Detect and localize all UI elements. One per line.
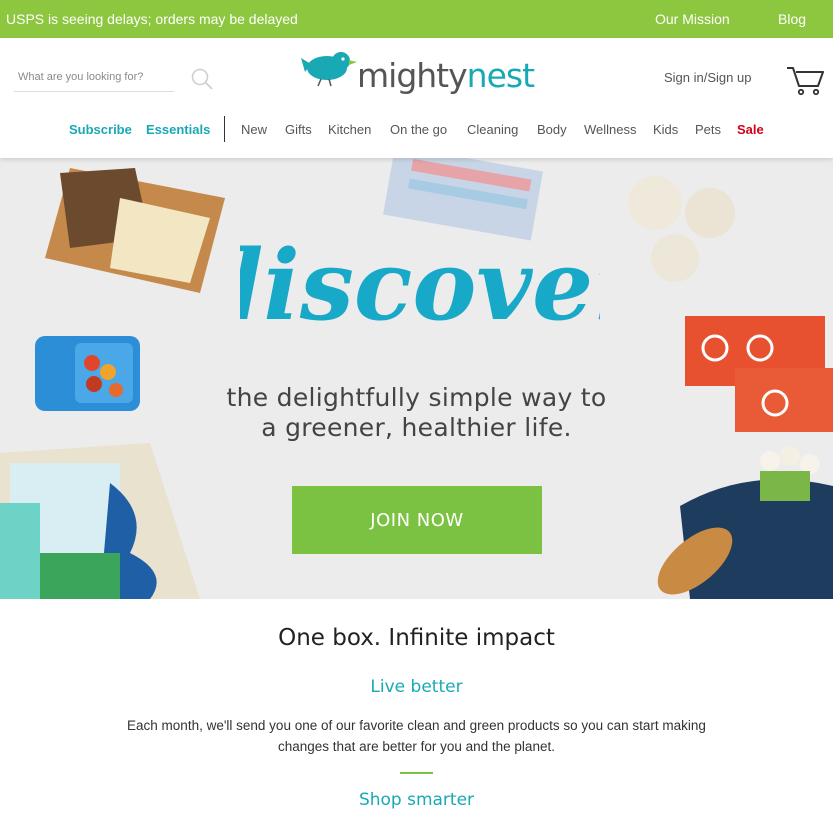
announcement-bar: USPS is seeing delays; orders may be del… bbox=[0, 0, 833, 38]
section-headline: One box. Infinite impact bbox=[278, 625, 555, 651]
tagline-line-2: a greener, healthier life. bbox=[261, 413, 572, 442]
live-better-text: Each month, we'll send you one of our fa… bbox=[127, 718, 706, 754]
nav-essentials[interactable]: Essentials bbox=[146, 122, 210, 137]
cart-icon[interactable] bbox=[786, 64, 824, 96]
blog-link[interactable]: Blog bbox=[778, 11, 806, 27]
tagline-line-1: the delightfully simple way to bbox=[226, 383, 607, 412]
join-now-button[interactable]: JOIN NOW bbox=[292, 486, 542, 554]
shipping-notice: USPS is seeing delays; orders may be del… bbox=[6, 11, 298, 27]
search-icon[interactable] bbox=[190, 67, 214, 91]
svg-text:discover: discover bbox=[240, 229, 600, 342]
cutting-board-image bbox=[45, 168, 225, 293]
sponge-cloth-image bbox=[0, 443, 200, 599]
nav-cleaning[interactable]: Cleaning bbox=[467, 122, 518, 137]
nav-pets[interactable]: Pets bbox=[695, 122, 721, 137]
search-input[interactable] bbox=[14, 64, 164, 90]
site-header: mightynest Sign in/Sign up Subscribe Ess… bbox=[0, 38, 833, 158]
section-divider bbox=[400, 772, 433, 774]
signin-link[interactable]: Sign in/Sign up bbox=[664, 70, 751, 85]
bird-icon bbox=[301, 52, 357, 87]
discover-wordmark: discover bbox=[240, 229, 600, 342]
mightynest-logo[interactable]: mightynest bbox=[297, 52, 535, 100]
dryer-balls-image bbox=[628, 176, 735, 282]
nav-body[interactable]: Body bbox=[537, 122, 567, 137]
nav-wellness[interactable]: Wellness bbox=[584, 122, 637, 137]
nav-gifts[interactable]: Gifts bbox=[285, 122, 312, 137]
nav-subscribe[interactable]: Subscribe bbox=[69, 122, 132, 137]
live-better-heading: Live better bbox=[370, 677, 463, 697]
search-box bbox=[14, 64, 174, 92]
tote-bag-image bbox=[657, 446, 833, 599]
logo-text: mightynest bbox=[357, 56, 535, 95]
shop-smarter-heading: Shop smarter bbox=[358, 790, 475, 810]
nav-kitchen[interactable]: Kitchen bbox=[328, 122, 371, 137]
nav-divider bbox=[224, 116, 225, 142]
nav-on-the-go[interactable]: On the go bbox=[390, 122, 447, 137]
nav-new[interactable]: New bbox=[241, 122, 267, 137]
nav-sale[interactable]: Sale bbox=[737, 122, 764, 137]
our-mission-link[interactable]: Our Mission bbox=[655, 11, 730, 27]
nav-kids[interactable]: Kids bbox=[653, 122, 678, 137]
hero-banner: discover the delightfully simple way to … bbox=[0, 158, 833, 599]
main-nav: Subscribe Essentials New Gifts Kitchen O… bbox=[0, 116, 833, 144]
hero-tagline: the delightfully simple way to a greener… bbox=[0, 383, 833, 443]
